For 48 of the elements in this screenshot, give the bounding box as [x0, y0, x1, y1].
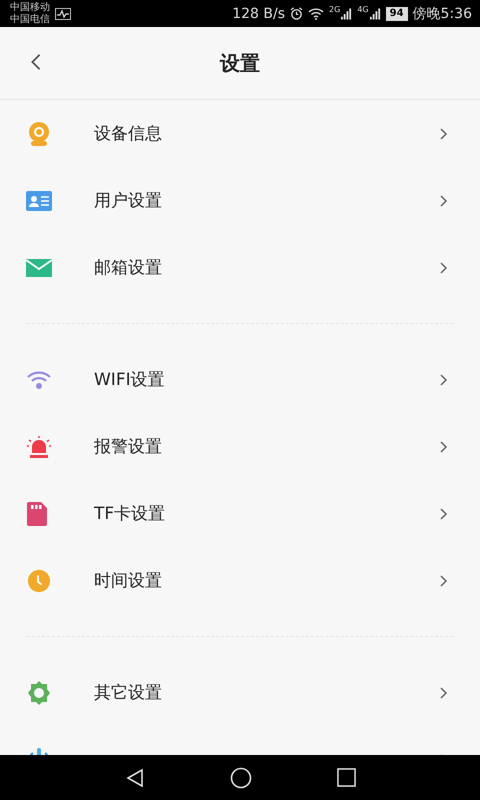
- settings-label: 报警设置: [94, 436, 163, 458]
- page-title: 设置: [220, 50, 260, 76]
- carrier-name: 中国电信: [10, 14, 50, 26]
- wifi-icon: [26, 370, 52, 390]
- settings-label: TF卡设置: [94, 503, 166, 525]
- settings-label: 设备信息: [94, 123, 163, 145]
- signal-icon: [341, 8, 352, 20]
- contact-card-icon: [26, 190, 52, 210]
- settings-row[interactable]: 其它设置: [0, 659, 480, 726]
- mail-icon: [26, 258, 52, 276]
- chevron-icon: [440, 262, 448, 274]
- chevron-icon: [440, 194, 448, 206]
- wifi-icon: [308, 8, 324, 20]
- alarm-icon: [290, 7, 304, 20]
- chevron-icon: [440, 374, 448, 386]
- settings-row[interactable]: 邮箱设置: [0, 234, 480, 301]
- memory-card-icon: [26, 502, 48, 526]
- settings-row[interactable]: 设备信息: [0, 100, 480, 167]
- clock-time: 傍晚5:36: [412, 4, 472, 22]
- recent-apps-icon[interactable]: [336, 768, 356, 787]
- settings-row[interactable]: 用户设置: [0, 167, 480, 234]
- signal-icon: [370, 8, 381, 20]
- settings-label: 其它设置: [94, 682, 163, 704]
- chevron-icon: [440, 128, 448, 140]
- settings-label: 用户设置: [94, 190, 163, 212]
- settings-label: WIFI设置: [94, 369, 166, 391]
- chevron-icon: [440, 508, 448, 520]
- network-type: 4G: [357, 5, 369, 14]
- activity-icon: [55, 8, 71, 20]
- network-speed: 128 B/s: [232, 6, 286, 22]
- settings-label: 邮箱设置: [94, 257, 163, 279]
- gear-icon: [26, 680, 52, 706]
- clock-icon: [26, 568, 52, 592]
- chevron-icon: [440, 440, 448, 452]
- home-icon[interactable]: [230, 766, 252, 788]
- alarm-light-icon: [26, 434, 52, 458]
- settings-label: 时间设置: [94, 570, 163, 592]
- chevron-icon: [440, 686, 448, 698]
- network-type: 2G: [329, 5, 340, 14]
- settings-row[interactable]: 报警设置: [0, 413, 480, 480]
- back-icon[interactable]: [124, 768, 144, 788]
- carrier-name: 中国移动: [10, 2, 50, 14]
- settings-row[interactable]: TF卡设置: [0, 480, 480, 547]
- battery-level: 94: [386, 6, 408, 20]
- chevron-icon: [440, 574, 448, 586]
- webcam-icon: [26, 120, 52, 146]
- settings-row[interactable]: 时间设置: [0, 547, 480, 614]
- settings-row[interactable]: WIFI设置: [0, 346, 480, 413]
